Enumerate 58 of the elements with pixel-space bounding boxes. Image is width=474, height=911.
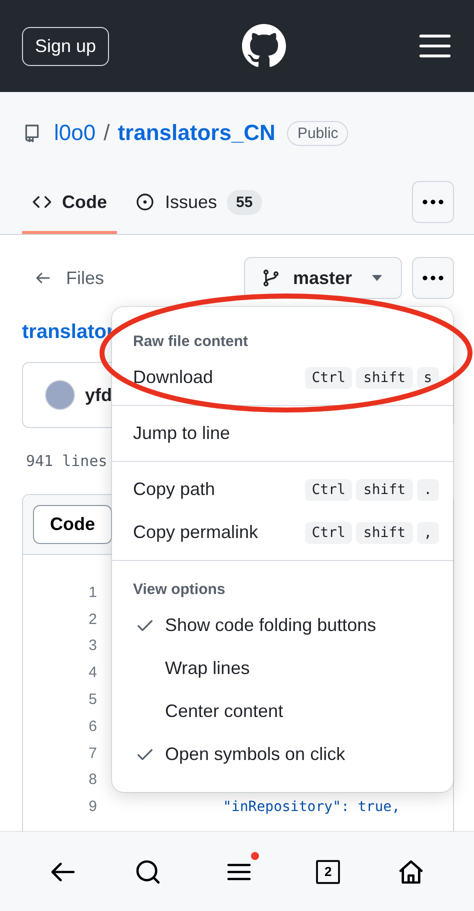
menu-option[interactable]: Wrap lines xyxy=(112,647,453,690)
caret-icon xyxy=(372,275,382,281)
line-number: 3 xyxy=(88,637,97,654)
key-cap: Ctrl xyxy=(304,478,352,500)
visibility-label: Public xyxy=(287,120,348,146)
key-cap: shift xyxy=(356,478,413,500)
file-name-link[interactable]: translator xyxy=(22,321,114,344)
line-number: 5 xyxy=(88,691,97,708)
more-icon xyxy=(422,199,444,205)
cat-logo-icon xyxy=(242,24,286,68)
line-number: 7 xyxy=(88,744,97,762)
repo-name-link[interactable]: translators_CN xyxy=(118,120,276,146)
code-text: "inRepository": true, xyxy=(223,798,400,815)
sign-up-button[interactable]: Sign up xyxy=(22,26,110,66)
line-count: 941 lines xyxy=(26,452,108,470)
line-number: 1 xyxy=(88,584,97,601)
menu-section-title: Raw file content xyxy=(132,332,250,352)
path-separator: / xyxy=(104,120,110,146)
more-icon xyxy=(422,275,444,281)
menu-item[interactable]: Download Ctrl shift s xyxy=(112,356,453,399)
branch-icon xyxy=(261,267,281,289)
commit-author[interactable]: yfd xyxy=(85,384,112,406)
home-button[interactable] xyxy=(397,858,426,886)
owner-link[interactable]: l0o0 xyxy=(54,120,96,146)
key-cap: Ctrl xyxy=(304,366,352,388)
menu-item[interactable]: Jump to line xyxy=(112,412,453,455)
logo-button[interactable] xyxy=(242,24,286,68)
menu-item[interactable]: Copy path Ctrl shift . xyxy=(112,468,453,511)
key-cap: shift xyxy=(356,522,413,544)
issue-count: 55 xyxy=(227,190,262,214)
code-view-button[interactable]: Code xyxy=(33,505,112,544)
more-button[interactable] xyxy=(412,181,454,223)
menu-option[interactable]: Show code folding buttons xyxy=(112,604,453,647)
menu-option[interactable]: Center content xyxy=(112,690,453,733)
key-cap: s xyxy=(416,366,439,388)
menu-section-title: View options xyxy=(132,580,226,600)
nav-tab[interactable]: Code xyxy=(22,170,117,234)
menu-item[interactable]: Copy permalink Ctrl shift , xyxy=(112,511,453,554)
line-number: 4 xyxy=(88,664,97,682)
key-cap: shift xyxy=(356,366,413,388)
more-button[interactable] xyxy=(412,257,454,299)
avatar xyxy=(45,380,75,410)
back-to-files-link[interactable]: Files xyxy=(34,268,104,288)
issue-icon xyxy=(135,192,155,212)
tabs-button[interactable]: 2 xyxy=(316,860,340,884)
line-number: 9 xyxy=(88,798,97,816)
nav-tab[interactable]: Issues 55 xyxy=(125,170,272,234)
key-cap: Ctrl xyxy=(304,522,352,544)
search-button[interactable] xyxy=(134,858,162,886)
line-number: 6 xyxy=(88,718,97,735)
search-icon xyxy=(134,858,162,886)
branch-button[interactable]: master xyxy=(244,257,402,299)
key-cap: . xyxy=(416,478,439,500)
menu-option[interactable]: Open symbols on click xyxy=(112,733,453,776)
line-number: 8 xyxy=(88,771,97,788)
home-icon xyxy=(397,858,426,886)
key-cap: , xyxy=(416,522,439,544)
line-number: 2 xyxy=(88,610,97,628)
